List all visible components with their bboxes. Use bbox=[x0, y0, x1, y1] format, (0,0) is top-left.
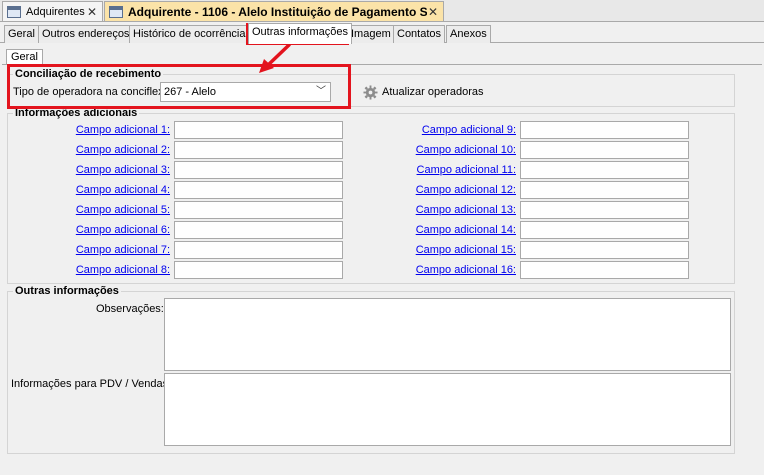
tab-outros-enderecos[interactable]: Outros endereços bbox=[38, 25, 134, 43]
subtab-divider bbox=[2, 64, 762, 65]
doc-tab-adquirentes[interactable]: Adquirentes ✕ bbox=[2, 1, 103, 21]
campo-adicional-1-input[interactable] bbox=[174, 121, 343, 139]
arrow-annotation-icon bbox=[259, 43, 291, 73]
pdv-vendas-textarea[interactable] bbox=[164, 373, 731, 446]
campo-adicional-5-input[interactable] bbox=[174, 201, 343, 219]
observacoes-label: Observações: bbox=[96, 303, 164, 315]
campo-adicional-8-link[interactable]: Campo adicional 8: bbox=[60, 264, 170, 276]
campo-adicional-11-input[interactable] bbox=[520, 161, 689, 179]
chevron-down-icon: ﹀ bbox=[316, 86, 326, 97]
campo-adicional-4-input[interactable] bbox=[174, 181, 343, 199]
campo-adicional-4-link[interactable]: Campo adicional 4: bbox=[60, 184, 170, 196]
close-icon[interactable]: ✕ bbox=[86, 5, 98, 19]
campo-adicional-2-input[interactable] bbox=[174, 141, 343, 159]
campo-adicional-7-link[interactable]: Campo adicional 7: bbox=[60, 244, 170, 256]
campo-adicional-9-input[interactable] bbox=[520, 121, 689, 139]
campo-adicional-13-input[interactable] bbox=[520, 201, 689, 219]
operator-type-label: Tipo de operadora na conciflex: bbox=[13, 86, 167, 98]
campo-adicional-16-input[interactable] bbox=[520, 261, 689, 279]
refresh-operators-button[interactable]: Atualizar operadoras bbox=[363, 82, 484, 102]
doc-tab-label: Adquirente - 1106 - Alelo Instituição de… bbox=[128, 4, 427, 19]
tab-contatos[interactable]: Contatos bbox=[393, 25, 446, 43]
additional-info-title: Informações adicionais bbox=[13, 107, 140, 119]
close-icon[interactable]: ✕ bbox=[427, 5, 439, 19]
campo-adicional-3-link[interactable]: Campo adicional 3: bbox=[60, 164, 170, 176]
subtab-geral[interactable]: Geral bbox=[6, 49, 43, 65]
campo-adicional-10-input[interactable] bbox=[520, 141, 689, 159]
operator-type-select[interactable]: 267 - Alelo ﹀ bbox=[160, 82, 331, 102]
operator-type-value: 267 - Alelo bbox=[164, 86, 216, 98]
tab-anexos[interactable]: Anexos bbox=[446, 25, 491, 43]
tab-outras-informacoes[interactable]: Outras informações bbox=[248, 23, 352, 44]
other-info-title: Outras informações bbox=[13, 285, 121, 297]
campo-adicional-6-link[interactable]: Campo adicional 6: bbox=[60, 224, 170, 236]
document-tab-bar: Adquirentes ✕ Adquirente - 1106 - Alelo … bbox=[0, 0, 764, 22]
pdv-vendas-label: Informações para PDV / Vendas: bbox=[11, 378, 172, 390]
campo-adicional-13-link[interactable]: Campo adicional 13: bbox=[396, 204, 516, 216]
campo-adicional-3-input[interactable] bbox=[174, 161, 343, 179]
campo-adicional-7-input[interactable] bbox=[174, 241, 343, 259]
campo-adicional-12-link[interactable]: Campo adicional 12: bbox=[396, 184, 516, 196]
campo-adicional-1-link[interactable]: Campo adicional 1: bbox=[60, 124, 170, 136]
campo-adicional-16-link[interactable]: Campo adicional 16: bbox=[396, 264, 516, 276]
section-tab-bar: Geral Outros endereços Histórico de ocor… bbox=[0, 23, 764, 44]
doc-tab-adquirente-detail[interactable]: Adquirente - 1106 - Alelo Instituição de… bbox=[104, 1, 444, 21]
tab-historico-ocorrencias[interactable]: Histórico de ocorrências bbox=[129, 25, 255, 43]
campo-adicional-14-input[interactable] bbox=[520, 221, 689, 239]
campo-adicional-5-link[interactable]: Campo adicional 5: bbox=[60, 204, 170, 216]
campo-adicional-6-input[interactable] bbox=[174, 221, 343, 239]
campo-adicional-15-link[interactable]: Campo adicional 15: bbox=[396, 244, 516, 256]
campo-adicional-14-link[interactable]: Campo adicional 14: bbox=[396, 224, 516, 236]
campo-adicional-9-link[interactable]: Campo adicional 9: bbox=[396, 124, 516, 136]
campo-adicional-10-link[interactable]: Campo adicional 10: bbox=[396, 144, 516, 156]
refresh-operators-label: Atualizar operadoras bbox=[382, 86, 484, 98]
window-icon bbox=[109, 5, 123, 18]
window-icon bbox=[7, 5, 21, 18]
doc-tab-label: Adquirentes bbox=[26, 5, 85, 18]
campo-adicional-12-input[interactable] bbox=[520, 181, 689, 199]
observacoes-textarea[interactable] bbox=[164, 298, 731, 371]
tab-imagem[interactable]: Imagem bbox=[347, 25, 395, 43]
conciliacao-title: Conciliação de recebimento bbox=[13, 68, 164, 80]
campo-adicional-8-input[interactable] bbox=[174, 261, 343, 279]
gear-icon bbox=[363, 84, 378, 100]
tab-geral[interactable]: Geral bbox=[4, 25, 39, 43]
campo-adicional-11-link[interactable]: Campo adicional 11: bbox=[396, 164, 516, 176]
campo-adicional-15-input[interactable] bbox=[520, 241, 689, 259]
campo-adicional-2-link[interactable]: Campo adicional 2: bbox=[60, 144, 170, 156]
